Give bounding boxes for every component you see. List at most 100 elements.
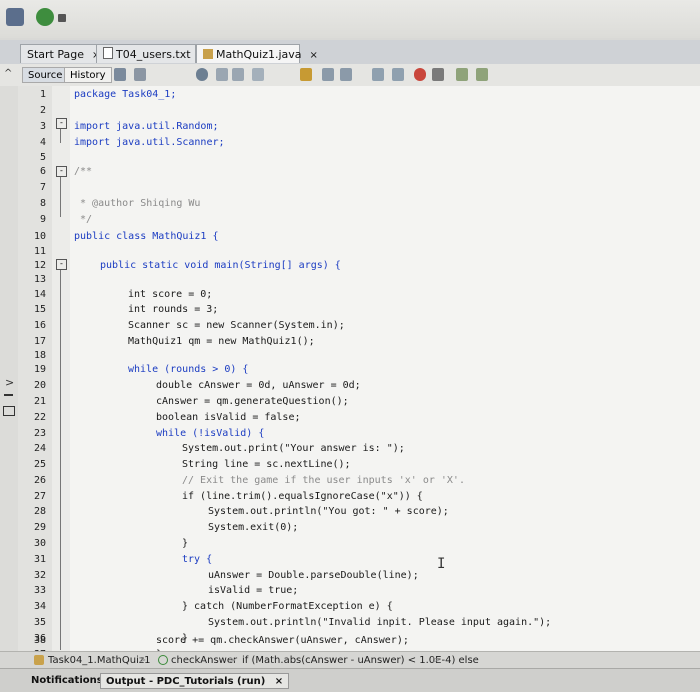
code-line: uAnswer = Double.parseDouble(line); — [208, 570, 419, 581]
chevron-up-icon[interactable]: ^ — [4, 68, 12, 79]
shift-right-icon[interactable] — [340, 68, 352, 81]
stop-macro-icon[interactable] — [432, 68, 444, 81]
file-tabs: Start Page × T04_users.txt× MathQuiz1.jav… — [0, 40, 700, 65]
commit-icon[interactable] — [476, 68, 488, 81]
uncomment-icon[interactable] — [392, 68, 404, 81]
diff-icon[interactable] — [456, 68, 468, 81]
fold-guide — [60, 177, 61, 217]
code-line: int score = 0; — [128, 289, 213, 300]
tab-label: Start Page — [27, 48, 84, 61]
code-line: while (!isValid) { — [156, 428, 265, 439]
source-button[interactable]: Source — [22, 67, 69, 83]
line-number: 26 — [33, 475, 46, 486]
close-icon[interactable]: × — [310, 50, 318, 61]
line-number: 18 — [33, 350, 46, 361]
find-previous-icon[interactable] — [216, 68, 228, 81]
code-line: Scanner sc = new Scanner(System.in); — [128, 320, 345, 331]
java-file-icon — [203, 49, 213, 59]
code-line: double cAnswer = 0d, uAnswer = 0d; — [156, 380, 361, 391]
code-line: } catch (NumberFormatException e) { — [182, 601, 393, 612]
breadcrumb-item-statement[interactable]: if (Math.abs(cAnswer - uAnswer) < 1.0E-4… — [242, 654, 479, 667]
chevron-down-icon[interactable] — [58, 14, 66, 22]
line-number: 34 — [33, 601, 46, 612]
line-number: 32 — [33, 570, 46, 581]
chevron-right-icon: > — [138, 655, 147, 666]
fold-column: - - - — [52, 86, 70, 651]
line-number: 27 — [33, 491, 46, 502]
close-icon[interactable]: × — [275, 676, 283, 687]
side-panel-strip: ^ > — [0, 68, 19, 651]
code-line: if (line.trim().equalsIgnoreCase("x")) { — [182, 491, 423, 502]
tab-mathquiz1-java[interactable]: MathQuiz1.java × — [196, 44, 318, 63]
tab-notifications[interactable]: Notifications — [26, 673, 108, 689]
tab-users-txt[interactable]: T04_users.txt× — [96, 44, 207, 63]
history-button[interactable]: History — [64, 67, 112, 83]
code-line: boolean isValid = false; — [156, 412, 301, 423]
line-number: 35 — [33, 617, 46, 628]
code-line: String line = sc.nextLine(); — [182, 459, 351, 470]
line-number: 2 — [39, 105, 46, 116]
code-line: /** — [74, 166, 93, 177]
window-icon[interactable] — [3, 406, 15, 416]
back-icon[interactable] — [114, 68, 126, 81]
line-number: 9 — [39, 214, 46, 225]
line-number: 8 — [39, 198, 46, 209]
line-number: 11 — [33, 246, 46, 257]
line-number: 3 — [39, 121, 46, 132]
line-number: 14 — [33, 289, 46, 300]
fold-guide — [60, 270, 61, 650]
line-number: 21 — [33, 396, 46, 407]
bottom-panel-tabs: Notifications Output - PDC_Tutorials (ru… — [0, 668, 700, 692]
chevron-right-icon[interactable]: > — [5, 376, 14, 389]
run-icon[interactable] — [36, 8, 54, 26]
line-number: 4 — [39, 137, 46, 148]
main-toolbar — [0, 0, 700, 38]
line-number: 15 — [33, 304, 46, 315]
code-line: score += qm.checkAnswer(uAnswer, cAnswer… — [156, 635, 409, 646]
code-line: System.out.println("You got: " + score); — [208, 506, 449, 517]
shift-left-icon[interactable] — [322, 68, 334, 81]
tab-label: MathQuiz1.java — [216, 48, 302, 61]
text-cursor-icon: I — [437, 556, 446, 572]
code-line: // Exit the game if the user inputs 'x' … — [182, 475, 465, 486]
code-line: cAnswer = qm.generateQuestion(); — [156, 396, 349, 407]
breadcrumb-item-class[interactable]: Task04_1.MathQuiz1 — [48, 654, 150, 667]
code-line: public class MathQuiz1 { — [74, 231, 219, 242]
line-number: 6 — [39, 166, 46, 177]
code-line: isValid = true; — [208, 585, 299, 596]
line-number: 19 — [33, 364, 46, 375]
fold-icon[interactable]: - — [56, 166, 67, 177]
code-line: try { — [182, 554, 213, 565]
find-next-icon[interactable] — [232, 68, 244, 81]
file-icon — [103, 47, 113, 59]
record-macro-icon[interactable] — [414, 68, 426, 81]
fold-icon[interactable]: - — [56, 259, 67, 270]
toggle-highlight-icon[interactable] — [252, 68, 264, 81]
minimize-icon[interactable] — [4, 394, 13, 396]
line-number: 12 — [33, 260, 46, 271]
code-line: */ — [74, 214, 93, 225]
forward-icon[interactable] — [134, 68, 146, 81]
code-line: * @author Shiqing Wu — [74, 198, 201, 209]
fold-icon[interactable]: - — [56, 118, 67, 129]
code-line: import java.util.Scanner; — [74, 137, 225, 148]
breadcrumb: Task04_1.MathQuiz1 > checkAnswer > if (M… — [0, 651, 700, 669]
tab-output[interactable]: Output - PDC_Tutorials (run) × — [100, 673, 290, 689]
code-editor[interactable]: package Task04_1; import java.util.Rando… — [70, 86, 700, 651]
code-line: System.out.print("Your answer is: "); — [182, 443, 405, 454]
line-number: 24 — [33, 443, 46, 454]
code-line: package Task04_1; — [74, 89, 177, 100]
code-line: public static void main(String[] args) { — [100, 260, 341, 271]
line-number: 13 — [33, 274, 46, 285]
line-number: 23 — [33, 428, 46, 439]
line-number: 29 — [33, 522, 46, 533]
fold-guide — [60, 129, 61, 143]
code-line: import java.util.Random; — [74, 121, 219, 132]
bookmark-icon[interactable] — [300, 68, 312, 81]
line-number: 22 — [33, 412, 46, 423]
comment-icon[interactable] — [372, 68, 384, 81]
build-icon[interactable] — [6, 8, 24, 26]
line-number: 30 — [33, 538, 46, 549]
line-number-gutter: 1 2 3 4 5 6 7 8 9 10 11 12 13 14 15 16 17 18 19 20 21 22 23 24 2… — [18, 86, 52, 660]
find-icon[interactable] — [196, 68, 208, 81]
